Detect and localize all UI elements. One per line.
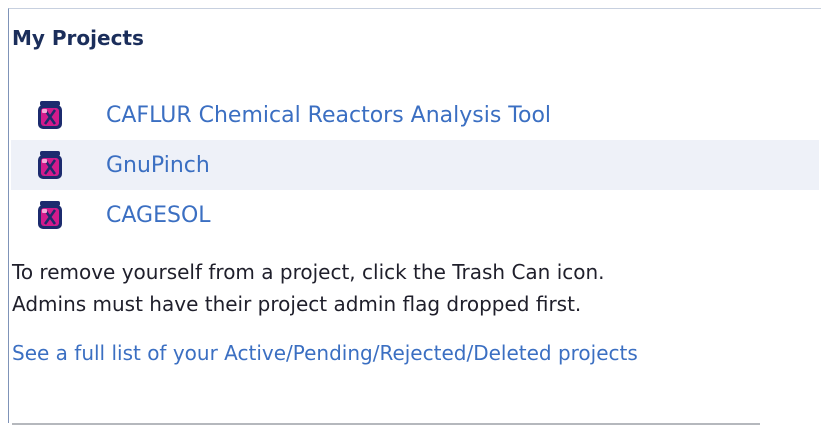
project-link[interactable]: GnuPinch <box>106 153 210 178</box>
trash-can-icon[interactable] <box>35 200 65 230</box>
project-list: CAFLUR Chemical Reactors Analysis Tool G… <box>11 90 819 240</box>
project-row: CAFLUR Chemical Reactors Analysis Tool <box>11 90 819 140</box>
project-link[interactable]: CAFLUR Chemical Reactors Analysis Tool <box>106 103 551 128</box>
instructions-line-1: To remove yourself from a project, click… <box>12 260 605 284</box>
project-link[interactable]: CAGESOL <box>106 203 211 228</box>
panel-divider <box>12 423 760 425</box>
instructions-line-2: Admins must have their project admin fla… <box>12 292 582 316</box>
section-title: My Projects <box>12 26 144 50</box>
trash-can-icon[interactable] <box>35 150 65 180</box>
remove-instructions: To remove yourself from a project, click… <box>12 256 605 320</box>
full-project-list-link[interactable]: See a full list of your Active/Pending/R… <box>12 338 772 368</box>
project-row: GnuPinch <box>11 140 819 190</box>
trash-can-icon[interactable] <box>35 100 65 130</box>
project-row: CAGESOL <box>11 190 819 240</box>
